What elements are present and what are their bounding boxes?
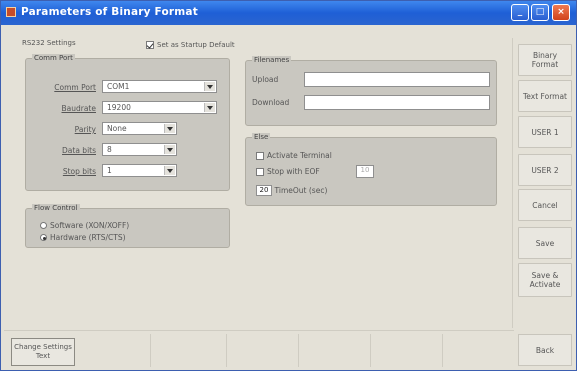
activate-terminal-option[interactable]: Activate Terminal [256,151,332,160]
chevron-down-icon[interactable] [164,145,175,154]
comm-port-group: Comm Port Comm Port COM1 Baudrate 19200 … [25,54,230,191]
timeout-label: TimeOut (sec) [274,186,328,195]
baudrate-label: Baudrate [61,104,97,113]
data-bits-select[interactable]: 8 [102,143,177,156]
minimize-button[interactable]: _ [511,4,529,21]
title-bar[interactable]: Parameters of Binary Format _ □ × [1,1,576,25]
stop-with-eof-option[interactable]: Stop with EOF [256,167,320,176]
maximize-button[interactable]: □ [531,4,549,21]
else-title: Else [252,133,271,141]
comm-port-value: COM1 [107,82,130,91]
flow-control-title: Flow Control [32,204,80,212]
activate-terminal-label: Activate Terminal [267,151,332,160]
parity-label: Parity [74,125,96,134]
maximize-icon: □ [535,7,545,17]
stop-with-eof-label: Stop with EOF [267,167,320,176]
flow-software-label: Software (XON/XOFF) [50,221,130,230]
minimize-icon: _ [517,7,523,17]
chevron-down-icon[interactable] [164,124,175,133]
startup-default-label: Set as Startup Default [157,41,235,49]
download-input[interactable] [304,95,490,110]
startup-default-option[interactable]: Set as Startup Default [146,41,235,49]
flow-software-radio[interactable] [40,222,47,229]
flow-control-group: Flow Control Software (XON/XOFF) Hardwar… [25,204,230,248]
eof-value-field[interactable]: 10 [356,165,374,178]
timeout-option: 20 TimeOut (sec) [256,185,327,196]
activate-terminal-checkbox[interactable] [256,151,264,160]
bottom-divider [150,334,151,367]
parity-select[interactable]: None [102,122,177,135]
stop-bits-value: 1 [107,166,112,175]
flow-hardware-radio[interactable] [40,234,47,241]
comm-port-label: Comm Port [54,83,96,92]
stop-bits-select[interactable]: 1 [102,164,177,177]
filenames-group: Filenames Upload Download [245,56,497,126]
comm-port-select[interactable]: COM1 [102,80,217,93]
back-button[interactable]: Back [518,334,572,366]
stop-bits-label: Stop bits [62,167,96,176]
data-bits-value: 8 [107,145,112,154]
data-bits-label: Data bits [62,146,96,155]
cancel-button[interactable]: Cancel [518,189,572,221]
baudrate-select[interactable]: 19200 [102,101,217,114]
download-label: Download [252,98,290,107]
bottom-divider [442,334,443,367]
startup-default-checkbox[interactable] [146,41,154,49]
close-icon: × [557,7,565,17]
rs232-settings-label: RS232 Settings [22,39,76,47]
user2-button[interactable]: USER 2 [518,154,572,186]
change-settings-text-button[interactable]: Change Settings Text [11,338,75,366]
baudrate-value: 19200 [107,103,131,112]
else-group: Else Activate Terminal Stop with EOF 10 … [245,133,497,206]
filenames-title: Filenames [252,56,292,64]
chevron-down-icon[interactable] [204,103,215,112]
bottom-divider [226,334,227,367]
chevron-down-icon[interactable] [164,166,175,175]
app-icon [6,7,16,17]
flow-hardware-label: Hardware (RTS/CTS) [50,233,126,242]
window-title: Parameters of Binary Format [21,6,198,18]
upload-label: Upload [252,75,279,84]
timeout-field[interactable]: 20 [256,185,272,196]
close-button[interactable]: × [552,4,570,21]
comm-port-title: Comm Port [32,54,75,62]
parity-value: None [107,124,127,133]
bottom-bar [4,330,514,368]
upload-input[interactable] [304,72,490,87]
sidebar-divider [512,38,513,328]
binary-format-button[interactable]: Binary Format [518,44,572,76]
chevron-down-icon[interactable] [204,82,215,91]
flow-software-option[interactable]: Software (XON/XOFF) [40,221,129,230]
save-button[interactable]: Save [518,227,572,259]
save-activate-button[interactable]: Save & Activate [518,263,572,297]
bottom-divider [298,334,299,367]
text-format-button[interactable]: Text Format [518,80,572,112]
stop-with-eof-checkbox[interactable] [256,167,264,176]
user1-button[interactable]: USER 1 [518,116,572,148]
flow-hardware-option[interactable]: Hardware (RTS/CTS) [40,233,126,242]
bottom-divider [370,334,371,367]
